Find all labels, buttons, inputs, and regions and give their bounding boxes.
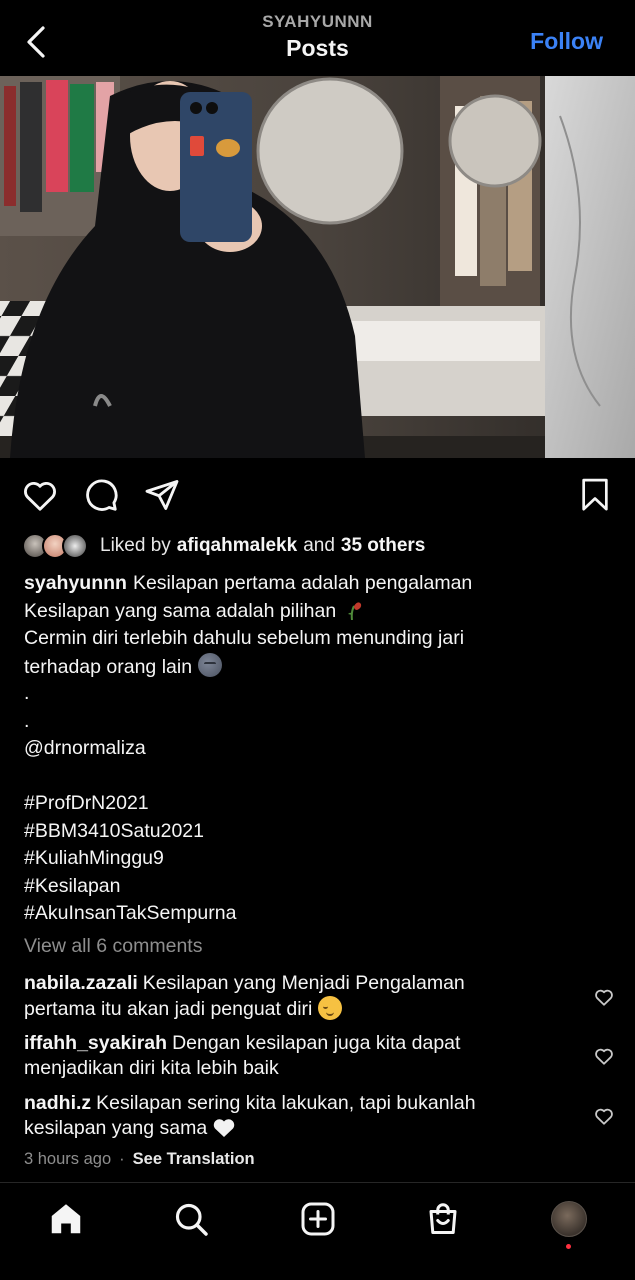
liked-by-label: Liked by [100,535,171,556]
see-translation-link[interactable]: See Translation [133,1150,255,1169]
like-button[interactable] [21,476,59,514]
post-caption: syahyunnn Kesilapan pertama adalah pengal… [24,570,614,928]
nav-home[interactable] [46,1199,86,1239]
plus-square-icon [301,1202,335,1236]
search-icon [175,1203,208,1236]
comment-username[interactable]: nadhi.z [24,1092,91,1114]
comment-item: iffahh_syakirah Dengan kesilapan juga kit… [24,1031,584,1081]
likes-summary[interactable]: Liked by afiqahmalekk and 35 others [22,530,425,562]
share-button[interactable] [143,476,181,514]
post-image [0,76,635,458]
likes-others-count[interactable]: 35 others [341,535,425,557]
follow-button[interactable]: Follow [530,28,603,55]
liker-avatars [22,532,94,560]
caption-line: . [24,682,30,704]
notification-dot [566,1244,571,1249]
comment-icon [86,479,118,511]
comment-button[interactable] [82,476,120,514]
heart-icon [595,1048,613,1065]
view-all-comments-link[interactable]: View all 6 comments [24,935,202,958]
comment-username[interactable]: iffahh_syakirah [24,1032,167,1054]
avatar [62,533,88,559]
comment-item: nadhi.z Kesilapan sering kita lakukan, ta… [24,1091,584,1141]
new-moon-face-icon [198,652,223,677]
comment-text: pertama itu akan jadi penguat diri [24,998,313,1020]
bottom-navigation [0,1182,635,1280]
comment-like-button[interactable] [593,1105,615,1127]
comment-text: menjadikan diri kita lebih baik [24,1057,279,1079]
bookmark-icon [582,478,608,511]
caption-line: Kesilapan yang sama adalah pilihan [24,599,337,622]
avatar [551,1201,587,1237]
heart-icon [595,989,613,1006]
nav-search[interactable] [171,1199,211,1239]
post-actions [0,470,635,518]
top-bar: SYAHYUNNN Posts Follow [0,0,635,76]
hashtag-link[interactable]: #AkuInsanTakSempurna [24,902,236,924]
hashtag-link[interactable]: #KuliahMinggu9 [24,847,164,869]
caption-line: . [24,709,30,732]
comment-text: Dengan kesilapan juga kita dapat [172,1032,461,1054]
caption-line: terhadap orang lain [24,655,193,678]
caption-line: Cermin diri terlebih dahulu sebelum menu… [24,627,465,649]
relieved-face-icon [318,996,343,1020]
post-meta: 3 hours ago · See Translation [24,1150,255,1169]
liker-username[interactable]: afiqahmalekk [177,535,297,557]
save-button[interactable] [576,476,614,514]
post-timestamp: 3 hours ago [24,1150,112,1168]
comment-item: nabila.zazali Kesilapan yang Menjadi Peng… [24,971,584,1022]
comment-username[interactable]: nabila.zazali [24,972,138,994]
hashtag-link[interactable]: #Kesilapan [24,875,121,897]
caption-username[interactable]: syahyunnn [24,572,127,594]
likes-connector: and [303,535,335,556]
nav-shop[interactable] [423,1199,463,1239]
comment-text: kesilapan yang sama [24,1117,208,1139]
nav-profile[interactable] [549,1199,589,1239]
comment-like-button[interactable] [593,986,615,1008]
paper-plane-icon [145,480,179,510]
heart-icon [24,481,56,511]
nav-create[interactable] [298,1199,338,1239]
shopping-bag-icon [429,1203,457,1234]
comment-like-button[interactable] [593,1045,615,1067]
comment-text: Kesilapan yang Menjadi Pengalaman [142,972,465,994]
comment-text: Kesilapan sering kita lakukan, tapi buka… [96,1092,476,1114]
hashtag-link[interactable]: #BBM3410Satu2021 [24,820,204,842]
post-photo[interactable] [0,76,635,458]
meta-separator: · [119,1150,125,1168]
mention-link[interactable]: @drnormaliza [24,737,146,759]
wilted-flower-icon [348,601,362,620]
heart-icon [595,1108,613,1125]
hashtag-link[interactable]: #ProfDrN2021 [24,792,149,814]
white-heart-icon [214,1119,235,1137]
caption-line: Kesilapan pertama adalah pengalaman [132,572,473,594]
home-icon [51,1204,81,1234]
